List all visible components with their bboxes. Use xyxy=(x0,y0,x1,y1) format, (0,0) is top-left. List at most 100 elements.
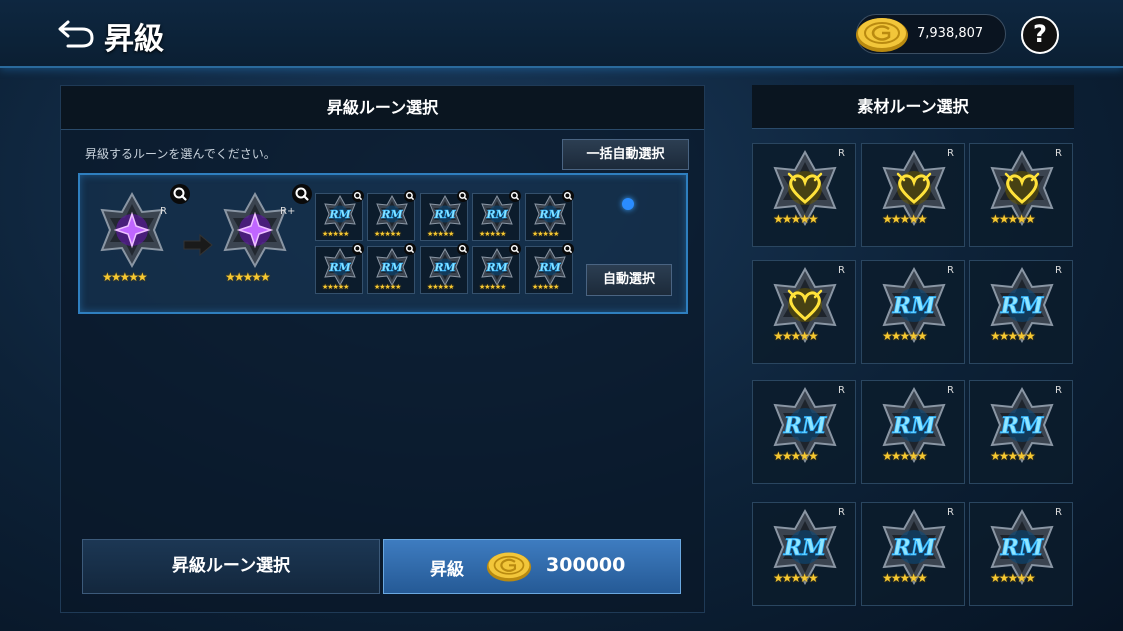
material-rune-stars: ★★★★★ xyxy=(773,571,819,585)
zoom-icon[interactable] xyxy=(170,184,190,204)
material-rune-cell[interactable]: RM R ★★★★★ xyxy=(861,502,965,606)
zoom-icon[interactable] xyxy=(404,190,416,202)
svg-text:RM: RM xyxy=(1000,535,1044,561)
material-slot[interactable]: RM ★★★★★ xyxy=(315,243,364,294)
material-rune-stars: ★★★★★ xyxy=(882,571,928,585)
purple-rune-icon xyxy=(223,191,287,269)
material-rune-rank: R xyxy=(1055,148,1062,159)
instruction-text: 昇級するルーンを選んでください。 xyxy=(85,147,276,161)
material-rune-rank: R xyxy=(1055,507,1062,518)
material-rune-rank: R xyxy=(947,385,954,396)
material-rune-cell[interactable]: RM R ★★★★★ xyxy=(861,260,965,364)
material-rune-cell[interactable]: R ★★★★★ xyxy=(969,143,1073,247)
svg-text:RM: RM xyxy=(538,208,561,221)
svg-text:RM: RM xyxy=(328,208,351,221)
zoom-icon[interactable] xyxy=(457,243,469,255)
material-rune-cell[interactable]: RM R ★★★★★ xyxy=(969,380,1073,484)
svg-text:RM: RM xyxy=(783,535,827,561)
gold-display: 7,938,807 xyxy=(856,14,1006,54)
svg-text:RM: RM xyxy=(783,413,827,439)
material-rune-cell[interactable]: R ★★★★★ xyxy=(752,260,856,364)
material-rune-stars: ★★★★★ xyxy=(773,449,819,463)
upgrade-button-label: 昇級 xyxy=(430,560,464,580)
material-rune-rank: R xyxy=(947,148,954,159)
material-rune-rank: R xyxy=(1055,265,1062,276)
material-slot[interactable]: RM ★★★★★ xyxy=(525,243,574,294)
material-slot[interactable]: RM ★★★★★ xyxy=(420,190,469,241)
material-rune-rank: R xyxy=(838,265,845,276)
zoom-icon[interactable] xyxy=(352,190,364,202)
material-rune-rank: R xyxy=(838,148,845,159)
upgrade-cost: 300000 xyxy=(546,554,626,576)
source-rune-rank: R xyxy=(160,206,167,217)
zoom-icon[interactable] xyxy=(509,190,521,202)
svg-text:RM: RM xyxy=(433,208,456,221)
svg-text:RM: RM xyxy=(328,261,351,274)
svg-text:RM: RM xyxy=(892,413,936,439)
purple-rune-icon xyxy=(100,191,164,269)
material-rune-stars: ★★★★★ xyxy=(990,571,1036,585)
material-rune-cell[interactable]: R ★★★★★ xyxy=(752,143,856,247)
material-slot[interactable]: RM ★★★★★ xyxy=(367,243,416,294)
slot-stars: ★★★★★ xyxy=(427,230,454,238)
material-rune-stars: ★★★★★ xyxy=(773,329,819,343)
svg-text:RM: RM xyxy=(1000,293,1044,319)
zoom-icon[interactable] xyxy=(562,243,574,255)
back-button[interactable] xyxy=(56,16,96,50)
material-slot[interactable]: RM ★★★★★ xyxy=(472,190,521,241)
svg-text:RM: RM xyxy=(892,535,936,561)
target-rune-stars: ★★★★★ xyxy=(225,270,271,284)
back-arrow-icon xyxy=(58,20,94,48)
status-indicator-dot xyxy=(622,198,634,210)
arrow-right-icon xyxy=(183,233,213,257)
material-panel-title: 素材ルーン選択 xyxy=(752,85,1074,129)
zoom-icon[interactable] xyxy=(509,243,521,255)
svg-text:RM: RM xyxy=(538,261,561,274)
material-rune-stars: ★★★★★ xyxy=(990,329,1036,343)
page-title: 昇級 xyxy=(104,22,164,57)
material-slot[interactable]: RM ★★★★★ xyxy=(525,190,574,241)
slot-stars: ★★★★★ xyxy=(427,283,454,291)
material-rune-stars: ★★★★★ xyxy=(882,212,928,226)
upgrade-panel-title: 昇級ルーン選択 xyxy=(61,86,704,130)
zoom-icon[interactable] xyxy=(292,184,312,204)
target-rune-rank: R+ xyxy=(280,206,296,217)
zoom-icon[interactable] xyxy=(404,243,416,255)
source-rune-stars: ★★★★★ xyxy=(102,270,148,284)
material-rune-cell[interactable]: RM R ★★★★★ xyxy=(969,260,1073,364)
help-button[interactable]: ? xyxy=(1021,16,1059,54)
svg-text:RM: RM xyxy=(380,208,403,221)
auto-select-all-button[interactable]: 一括自動選択 xyxy=(562,139,689,170)
material-rune-cell[interactable]: RM R ★★★★★ xyxy=(752,502,856,606)
material-rune-stars: ★★★★★ xyxy=(990,212,1036,226)
svg-text:RM: RM xyxy=(485,208,508,221)
material-rune-stars: ★★★★★ xyxy=(882,449,928,463)
material-rune-cell[interactable]: RM R ★★★★★ xyxy=(752,380,856,484)
zoom-icon[interactable] xyxy=(457,190,469,202)
material-rune-rank: R xyxy=(947,507,954,518)
slot-stars: ★★★★★ xyxy=(374,230,401,238)
zoom-icon[interactable] xyxy=(352,243,364,255)
gold-coin-icon xyxy=(856,18,908,52)
slot-stars: ★★★★★ xyxy=(374,283,401,291)
select-upgrade-rune-button[interactable]: 昇級ルーン選択 xyxy=(82,539,380,594)
svg-text:RM: RM xyxy=(380,261,403,274)
material-slot[interactable]: RM ★★★★★ xyxy=(315,190,364,241)
material-rune-stars: ★★★★★ xyxy=(882,329,928,343)
zoom-icon[interactable] xyxy=(562,190,574,202)
material-slot[interactable]: RM ★★★★★ xyxy=(472,243,521,294)
material-rune-cell[interactable]: RM R ★★★★★ xyxy=(969,502,1073,606)
gold-coin-icon xyxy=(486,552,532,582)
upgrade-button[interactable]: 昇級 300000 xyxy=(383,539,681,594)
svg-text:RM: RM xyxy=(433,261,456,274)
svg-text:RM: RM xyxy=(485,261,508,274)
slot-stars: ★★★★★ xyxy=(322,283,349,291)
material-rune-cell[interactable]: RM R ★★★★★ xyxy=(861,380,965,484)
material-slot[interactable]: RM ★★★★★ xyxy=(420,243,469,294)
material-rune-cell[interactable]: R ★★★★★ xyxy=(861,143,965,247)
auto-select-button[interactable]: 自動選択 xyxy=(586,264,672,296)
slot-stars: ★★★★★ xyxy=(479,230,506,238)
svg-text:RM: RM xyxy=(892,293,936,319)
material-slot[interactable]: RM ★★★★★ xyxy=(367,190,416,241)
material-rune-rank: R xyxy=(838,385,845,396)
